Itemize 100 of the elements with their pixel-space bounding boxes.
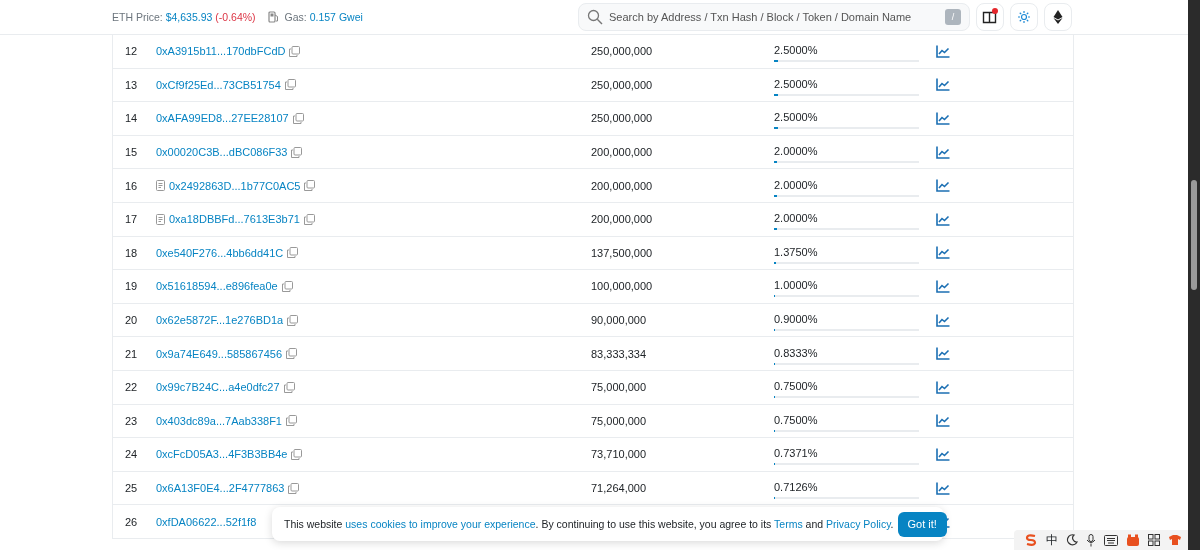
- scrollbar-thumb[interactable]: [1191, 180, 1197, 290]
- copy-icon: [287, 247, 299, 259]
- address-link[interactable]: 0x00020C3B...dBC086F33: [156, 146, 288, 159]
- diamond-icon: [1053, 10, 1063, 24]
- copy-icon: [292, 113, 304, 124]
- search-input[interactable]: Search by Address / Txn Hash / Block / Token / Domain Name: [609, 11, 939, 23]
- shortcut-key: /: [945, 9, 961, 25]
- copy-icon: [286, 348, 297, 360]
- percentage-cell-text: 2.0000%: [774, 212, 819, 225]
- percentage-cell-text: 2.5000%: [774, 111, 819, 124]
- rank-cell-text: 15: [124, 146, 139, 159]
- rank-cell-text: 20: [124, 314, 139, 327]
- percentage-cell-text: 0.7500%: [774, 380, 819, 393]
- copy-icon: [289, 45, 301, 57]
- address-link[interactable]: 0xAFA99ED8...27EE28107: [156, 112, 289, 125]
- percentage-cell-text: 2.5000%: [774, 44, 819, 57]
- rank-cell-text: 18: [124, 246, 139, 259]
- quantity-cell: 83,333,334: [591, 347, 647, 360]
- grid-icon: [1148, 534, 1160, 546]
- percentage-cell-text: 1.3750%: [774, 245, 819, 258]
- rank-cell-text: 21: [124, 347, 139, 360]
- percentage-cell-text: 1.0000%: [774, 279, 819, 292]
- copy-icon: [283, 381, 295, 393]
- gas-price-text: Gas: 0.157 Gwei: [284, 11, 363, 23]
- copy-icon: [286, 415, 297, 427]
- eth-price-text: ETH Price: $4,635.93 (-0.64%): [112, 11, 256, 23]
- address-link[interactable]: 0x51618594...e896fea0e: [156, 280, 278, 293]
- theme-button[interactable]: [1010, 3, 1038, 31]
- document-icon: [156, 180, 165, 192]
- copy-icon: [303, 213, 315, 225]
- copy-icon: [288, 482, 300, 494]
- percentage-cell-text: 2.0000%: [774, 145, 819, 158]
- notifications-button[interactable]: [976, 3, 1004, 31]
- quantity-cell: 75,000,000: [591, 381, 647, 394]
- copy-icon: [304, 180, 316, 192]
- s-logo-icon: [1024, 533, 1038, 547]
- quantity-cell: 200,000,000: [591, 179, 653, 192]
- percentage-cell-text: 0.7500%: [774, 413, 819, 426]
- copy-icon: [281, 280, 293, 292]
- quantity-cell: 200,000,000: [591, 146, 653, 159]
- address-link[interactable]: 0xcFcD05A3...4F3B3BB4e: [156, 448, 288, 461]
- address-link[interactable]: 0xe540F276...4bb6dd41C: [156, 246, 284, 259]
- scrollbar[interactable]: [1188, 0, 1200, 550]
- address-link[interactable]: 0xCf9f25Ed...73CB51754: [156, 78, 281, 91]
- percentage-cell-text: 2.0000%: [774, 178, 819, 191]
- quantity-cell: 250,000,000: [591, 45, 653, 58]
- quantity-cell: 250,000,000: [591, 112, 653, 125]
- percentage-cell-text: 0.7126%: [774, 481, 819, 493]
- keyboard-icon: [1104, 534, 1118, 546]
- rank-cell-text: 14: [124, 112, 139, 125]
- address-link[interactable]: 0x99c7B24C...a4e0dfc27: [156, 381, 280, 394]
- copy-icon: [284, 79, 296, 91]
- quantity-cell: 71,264,000: [591, 482, 647, 494]
- address-link[interactable]: 0xfDA06622...52f1f8: [156, 515, 257, 528]
- rank-cell-text: 23: [124, 414, 139, 427]
- gas-pump-icon: [267, 11, 279, 23]
- rank-cell-text: 13: [124, 78, 139, 91]
- percentage-cell-text: 0.9000%: [774, 313, 819, 326]
- network-button[interactable]: [1044, 3, 1072, 31]
- sun-icon: [1017, 10, 1031, 24]
- rank-cell-text: 24: [124, 448, 139, 461]
- quantity-cell: 250,000,000: [591, 78, 653, 91]
- quantity-cell: 137,500,000: [591, 246, 653, 259]
- address-link[interactable]: 0xa18DBBFd...7613E3b71: [169, 213, 300, 226]
- address-link[interactable]: 0x9a74E649...585867456: [156, 347, 282, 360]
- moon-icon: [1066, 534, 1078, 546]
- percentage-cell-text: 2.5000%: [774, 77, 819, 90]
- percentage-cell-text: 0.8333%: [774, 346, 819, 359]
- input-method-text[interactable]: 中: [1046, 531, 1058, 549]
- quantity-cell: 100,000,000: [591, 280, 653, 293]
- cookie-message: This website uses cookies to improve your experience. By continuing to use this website, you agree to its Terms and Privacy Policy.: [284, 518, 894, 530]
- rank-cell-text: 16: [124, 179, 139, 192]
- quantity-cell: 75,000,000: [591, 414, 647, 427]
- quantity-cell: 90,000,000: [591, 314, 647, 327]
- quantity-cell: 73,710,000: [591, 448, 647, 461]
- copy-icon: [291, 146, 303, 158]
- rank-cell-text: 25: [124, 482, 139, 494]
- document-icon: [156, 213, 165, 225]
- shirt-icon: [1168, 534, 1182, 546]
- privacy-policy-link[interactable]: Privacy Policy: [826, 518, 891, 530]
- rank-cell-text: 19: [124, 280, 139, 293]
- terms-link[interactable]: Terms: [774, 518, 803, 530]
- rank-cell-text: 22: [124, 381, 139, 394]
- address-link[interactable]: 0x6A13F0E4...2F4777863: [156, 482, 285, 494]
- copy-icon: [291, 448, 303, 460]
- address-link[interactable]: 0xA3915b11...170dbFCdD: [156, 45, 286, 58]
- book-icon: [982, 10, 998, 24]
- percentage-cell-text: 0.7371%: [774, 447, 819, 460]
- address-link[interactable]: 0x2492863D...1b77C0AC5: [169, 179, 301, 192]
- address-link[interactable]: 0x62e5872F...1e276BD1a: [156, 314, 284, 327]
- accept-cookies-button[interactable]: Got it!: [897, 511, 947, 537]
- rank-cell-text: 17: [124, 213, 139, 226]
- quantity-cell: 200,000,000: [591, 213, 653, 226]
- rank-cell-text: 26: [124, 515, 139, 528]
- cookie-policy-link[interactable]: uses cookies to improve your experience: [345, 518, 536, 530]
- copy-icon: [287, 314, 299, 326]
- microphone-icon: [1086, 533, 1096, 547]
- search-icon: [587, 9, 603, 25]
- address-link[interactable]: 0x403dc89a...7Aab338F1: [156, 414, 282, 427]
- rank-cell-text: 12: [124, 45, 139, 58]
